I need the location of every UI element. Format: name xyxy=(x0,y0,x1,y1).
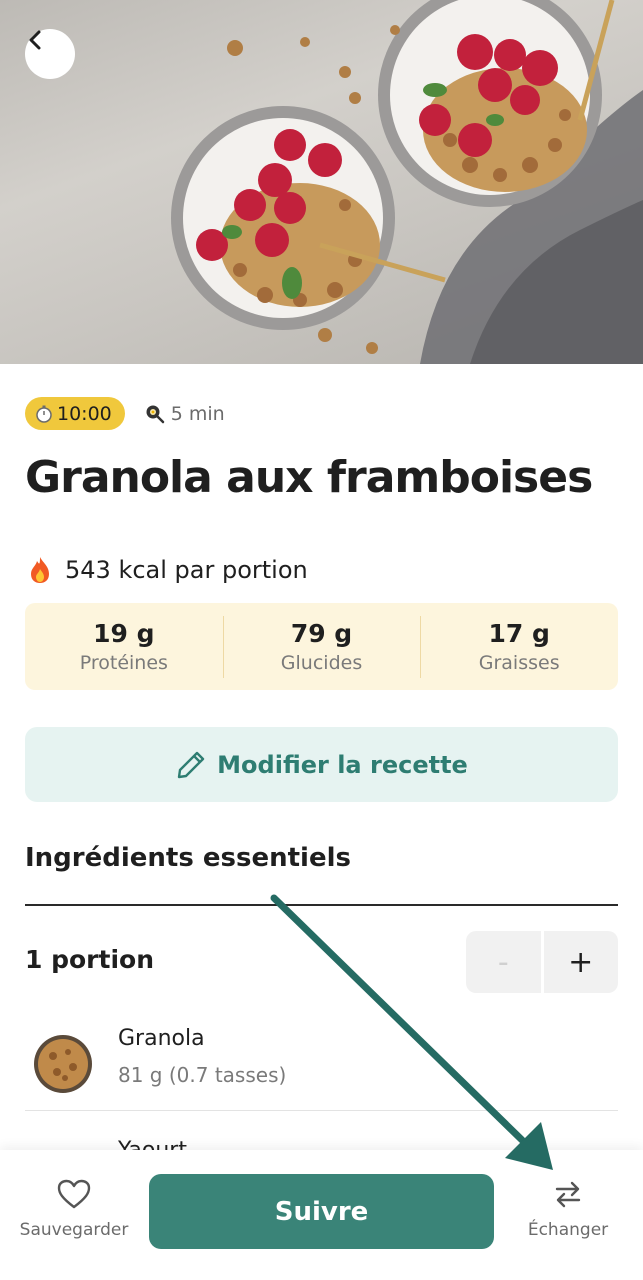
hero-image xyxy=(0,0,643,364)
follow-button[interactable]: Suivre xyxy=(149,1174,494,1249)
calories-row: 543 kcal par portion xyxy=(25,555,308,585)
swap-button[interactable]: Échanger xyxy=(503,1178,633,1240)
bottom-action-bar: Sauvegarder Suivre Échanger xyxy=(0,1150,643,1280)
granola-thumbnail xyxy=(34,1035,92,1093)
ingredient-name: Granola xyxy=(118,1026,205,1051)
ingredient-divider xyxy=(25,1110,618,1111)
save-label: Sauvegarder xyxy=(19,1220,129,1240)
back-button[interactable] xyxy=(25,29,75,79)
macro-label: Graisses xyxy=(478,652,560,674)
cooking-pan-icon xyxy=(146,405,165,423)
macro-value: 17 g xyxy=(488,619,550,648)
macro-label: Glucides xyxy=(280,652,363,674)
decrease-portion-button[interactable]: - xyxy=(466,931,541,993)
time-badge-label: 10:00 xyxy=(57,402,112,425)
edit-recipe-button[interactable]: Modifier la recette xyxy=(25,727,618,802)
macros-panel: 19 g Protéines 79 g Glucides 17 g Graiss… xyxy=(25,603,618,690)
save-button[interactable]: Sauvegarder xyxy=(9,1178,139,1240)
heart-outline-icon xyxy=(57,1179,91,1209)
swap-label: Échanger xyxy=(527,1220,609,1240)
macro-fats: 17 g Graisses xyxy=(420,615,618,678)
pencil-icon xyxy=(177,751,205,778)
recipe-title: Granola aux framboises xyxy=(25,452,593,503)
ingredient-item[interactable]: Granola 81 g (0.7 tasses) xyxy=(25,1020,618,1120)
prep-time: 5 min xyxy=(145,403,225,425)
portion-label: 1 portion xyxy=(25,945,154,974)
stopwatch-icon xyxy=(36,405,52,423)
time-badge: 10:00 xyxy=(25,397,125,430)
macro-proteins: 19 g Protéines xyxy=(25,616,223,678)
macro-value: 79 g xyxy=(290,619,353,648)
macro-carbs: 79 g Glucides xyxy=(222,615,421,678)
increase-portion-button[interactable]: + xyxy=(543,931,618,993)
prep-time-label: 5 min xyxy=(170,402,225,425)
macro-label: Protéines xyxy=(79,652,168,674)
macro-value: 19 g xyxy=(93,619,155,648)
portion-stepper: - + xyxy=(466,931,618,993)
ingredient-quantity: 81 g (0.7 tasses) xyxy=(118,1063,287,1087)
fire-icon xyxy=(31,557,49,583)
ingredients-section-title: Ingrédients essentiels xyxy=(25,843,351,873)
swap-arrows-icon xyxy=(555,1181,581,1208)
granola-bowls-illustration xyxy=(171,0,643,364)
edit-recipe-label: Modifier la recette xyxy=(217,750,468,779)
chevron-left-icon xyxy=(29,30,41,50)
section-divider xyxy=(25,904,618,906)
calories-label: 543 kcal par portion xyxy=(65,556,308,584)
recipe-meta-row: 10:00 5 min xyxy=(25,397,225,430)
